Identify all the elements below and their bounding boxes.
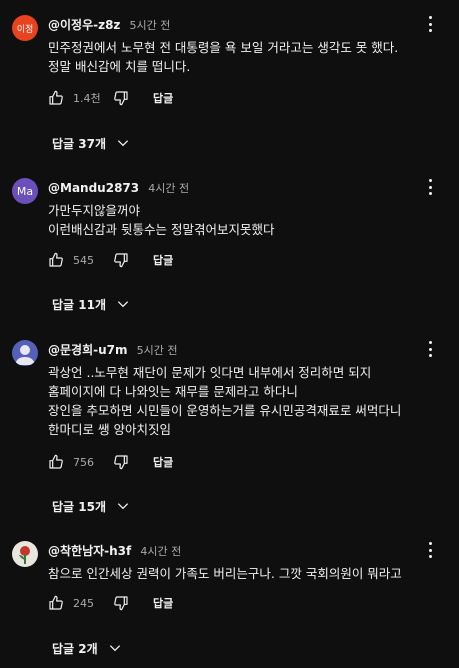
avatar[interactable] xyxy=(12,340,38,366)
comment-line: 홈페이지에 다 나와잇는 재무를 문제라고 하다니 xyxy=(48,384,298,399)
comment-line: 민주정권에서 노무현 전 대통령을 욕 보일 거라고는 생각도 못 했다. xyxy=(48,40,399,55)
chevron-down-icon xyxy=(117,140,129,147)
comment-text: 가만두지않을꺼야 이런배신감과 뒷통수는 정말겪어보지못했다 xyxy=(48,201,439,239)
comment-timestamp[interactable]: 5시간 전 xyxy=(130,19,171,32)
replies-count-label: 답글 2개 xyxy=(52,641,98,656)
comment-line: 한마디로 쌩 양아치짓임 xyxy=(48,422,171,437)
comment-line: 가만두지않을꺼야 xyxy=(48,203,141,218)
like-count: 545 xyxy=(73,253,94,267)
comment-line: 장인을 추모하면 시민들이 운영하는거를 유시민공격재료로 써먹다니 xyxy=(48,403,402,418)
thumbs-up-icon[interactable] xyxy=(48,595,64,611)
chevron-down-icon xyxy=(117,301,129,308)
thumbs-down-icon[interactable] xyxy=(113,595,129,611)
comment-line: 곽상언 ..노무현 재단이 문제가 잇다면 내부에서 정리하면 되지 xyxy=(48,365,372,380)
avatar-initials: 이정 xyxy=(16,24,34,35)
like-count: 756 xyxy=(73,455,94,469)
like-count: 245 xyxy=(73,596,94,610)
replies-count-label: 답글 11개 xyxy=(52,297,106,312)
thumbs-down-icon[interactable] xyxy=(113,252,129,268)
comment-text: 참으로 인간세상 권력이 가족도 버리는구나. 그깟 국회의원이 뭐라고 xyxy=(48,564,439,583)
reply-button[interactable]: 답글 xyxy=(153,454,173,470)
chevron-down-icon xyxy=(117,503,129,510)
comment-author[interactable]: @Mandu2873 xyxy=(48,181,139,195)
view-replies-button[interactable]: 답글 2개 xyxy=(52,638,122,658)
comment-line: 이런배신감과 뒷통수는 정말겪어보지못했다 xyxy=(48,222,275,237)
chevron-down-icon xyxy=(109,645,120,652)
thumbs-up-icon[interactable] xyxy=(48,90,64,106)
more-actions-icon[interactable] xyxy=(423,15,437,33)
comment-line: 정말 배신감에 치를 떱니다. xyxy=(48,59,191,74)
default-user-icon xyxy=(15,345,35,365)
reply-button[interactable]: 답글 xyxy=(153,90,173,106)
thumbs-up-icon[interactable] xyxy=(48,252,64,268)
rose-avatar-icon xyxy=(19,546,30,564)
avatar[interactable]: 이정 xyxy=(12,15,38,41)
avatar[interactable] xyxy=(12,541,38,567)
view-replies-button[interactable]: 답글 15개 xyxy=(52,496,130,516)
comment-text: 민주정권에서 노무현 전 대통령을 욕 보일 거라고는 생각도 못 했다. 정말… xyxy=(48,38,439,76)
view-replies-button[interactable]: 답글 11개 xyxy=(52,294,130,314)
view-replies-button[interactable]: 답글 37개 xyxy=(52,133,130,153)
thumbs-down-icon[interactable] xyxy=(113,454,129,470)
avatar[interactable]: Ma xyxy=(12,178,38,204)
comment-timestamp[interactable]: 4시간 전 xyxy=(140,545,181,558)
more-actions-icon[interactable] xyxy=(423,340,437,358)
comment-timestamp[interactable]: 5시간 전 xyxy=(137,344,178,357)
replies-count-label: 답글 37개 xyxy=(52,136,106,151)
reply-button[interactable]: 답글 xyxy=(153,595,173,611)
comment-author[interactable]: @이정우-z8z xyxy=(48,18,120,32)
replies-count-label: 답글 15개 xyxy=(52,499,106,514)
like-count: 1.4천 xyxy=(73,92,101,105)
thumbs-down-icon[interactable] xyxy=(113,90,129,106)
comment-text: 곽상언 ..노무현 재단이 문제가 잇다면 내부에서 정리하면 되지 홈페이지에… xyxy=(48,363,439,439)
comment-author[interactable]: @착한남자-h3f xyxy=(48,544,131,558)
thumbs-up-icon[interactable] xyxy=(48,454,64,470)
comment-line: 참으로 인간세상 권력이 가족도 버리는구나. 그깟 국회의원이 뭐라고 xyxy=(48,566,402,581)
comment-timestamp[interactable]: 4시간 전 xyxy=(148,182,189,195)
avatar-initials: Ma xyxy=(16,184,34,198)
comment-author[interactable]: @문경희-u7m xyxy=(48,343,128,357)
more-actions-icon[interactable] xyxy=(423,178,437,196)
more-actions-icon[interactable] xyxy=(423,541,437,559)
reply-button[interactable]: 답글 xyxy=(153,252,173,268)
